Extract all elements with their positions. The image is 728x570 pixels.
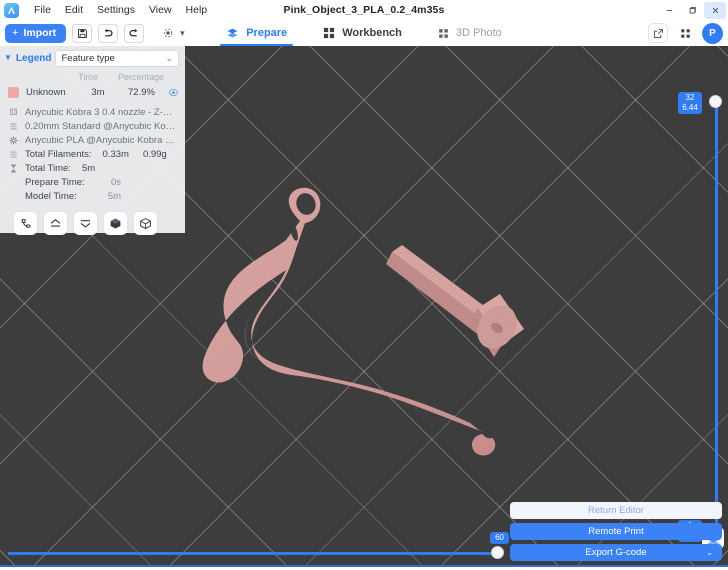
- legend-column-headers: Time Percentage: [0, 70, 185, 84]
- detail-prepare-time-label: Prepare Time:: [25, 177, 85, 188]
- moves-slider-label: 60: [490, 532, 509, 544]
- legend-feature-time: 3m: [76, 87, 120, 98]
- detail-prepare-time-value: 0s: [111, 177, 179, 188]
- top-view-tool-button[interactable]: [44, 212, 67, 235]
- hourglass-icon: [8, 164, 19, 173]
- legend-row-unknown[interactable]: Unknown 3m 72.9%: [0, 84, 185, 100]
- return-editor-button[interactable]: Return Editor: [510, 502, 722, 519]
- detail-row-total-time: Total Time: 5m: [8, 161, 179, 175]
- plus-icon: +: [12, 28, 18, 39]
- legend-panel: ▼ Legend Feature type ⌄ Time Percentage …: [0, 46, 185, 233]
- detail-row-prepare-time: Prepare Time: 0s: [8, 175, 179, 189]
- tab-workbench[interactable]: Workbench: [323, 20, 402, 46]
- menu-item-settings[interactable]: Settings: [90, 2, 142, 19]
- tab-3d-photo-label: 3D Photo: [456, 27, 502, 39]
- import-button[interactable]: + Import: [5, 24, 66, 43]
- remote-print-button[interactable]: Remote Print: [510, 523, 722, 540]
- detail-printer-label: Anycubic Kobra 3 0.4 nozzle - Z-Offset 0…: [25, 107, 179, 118]
- moves-slider[interactable]: 60: [8, 551, 498, 555]
- menu-bar: File Edit Settings View Help: [0, 0, 728, 20]
- detail-model-time-value: 5m: [108, 191, 179, 202]
- close-button[interactable]: [704, 2, 726, 19]
- menu-item-help[interactable]: Help: [179, 2, 215, 19]
- layers-icon: [8, 122, 19, 131]
- maximize-button[interactable]: [681, 2, 703, 19]
- detail-row-printer: Anycubic Kobra 3 0.4 nozzle - Z-Offset 0…: [8, 105, 179, 119]
- detail-total-time-value: 5m: [82, 163, 95, 174]
- redo-button[interactable]: [124, 24, 144, 43]
- layers-icon: [226, 27, 239, 40]
- nozzle-icon: [8, 108, 19, 117]
- layer-slider-track: [715, 101, 718, 533]
- external-link-button[interactable]: [648, 23, 668, 43]
- chevron-down-icon: ⌄: [165, 53, 173, 64]
- chevron-down-icon: ⌄: [706, 548, 713, 557]
- bottom-view-tool-button[interactable]: [74, 212, 97, 235]
- detail-total-filaments-length: 0.33m: [103, 149, 129, 160]
- avatar[interactable]: P: [702, 23, 723, 44]
- detail-total-filaments-label: Total Filaments:: [25, 149, 92, 160]
- target-settings-caret[interactable]: ▾: [180, 28, 185, 39]
- undo-button[interactable]: [98, 24, 118, 43]
- tab-workbench-label: Workbench: [342, 27, 402, 39]
- detail-total-time-label: Total Time:: [25, 163, 71, 174]
- action-buttons: Return Editor Remote Print Export G-code…: [510, 502, 722, 561]
- legend-tool-buttons: [0, 203, 185, 235]
- detail-row-profile: 0.20mm Standard @Anycubic Kobra 3 0....: [8, 119, 179, 133]
- tab-3d-photo[interactable]: 3D Photo: [438, 20, 502, 46]
- apps-grid-button[interactable]: [675, 23, 695, 43]
- menu-item-file[interactable]: File: [27, 2, 58, 19]
- application-window: Pink_Object_3_PLA_0.2_4m35s File Edit Se…: [0, 0, 728, 570]
- top-chrome: Pink_Object_3_PLA_0.2_4m35s File Edit Se…: [0, 0, 728, 46]
- target-settings-button[interactable]: [158, 24, 178, 43]
- view-mode-select[interactable]: Feature type ⌄: [55, 50, 179, 67]
- viewport-bottom-accent: [0, 565, 728, 567]
- legend-feature-name: Unknown: [26, 87, 76, 98]
- save-button[interactable]: [72, 24, 92, 43]
- view-mode-value: Feature type: [61, 53, 114, 64]
- solid-cube-tool-button[interactable]: [104, 212, 127, 235]
- legend-col-percentage: Percentage: [110, 72, 179, 82]
- detail-model-time-label: Model Time:: [25, 191, 77, 202]
- legend-header: ▼ Legend Feature type ⌄: [0, 46, 185, 70]
- wire-cube-tool-button[interactable]: [134, 212, 157, 235]
- import-label: Import: [23, 27, 56, 39]
- grid-icon: [323, 27, 335, 39]
- layer-slider-top-handle[interactable]: [709, 95, 722, 108]
- detail-row-model-time: Model Time: 5m: [8, 189, 179, 203]
- layer-slider-top-label: 32 6.44: [678, 92, 702, 114]
- eye-icon[interactable]: [168, 87, 179, 98]
- legend-col-time: Time: [66, 72, 110, 82]
- moves-slider-track: [8, 552, 498, 555]
- moves-slider-handle[interactable]: [491, 546, 504, 559]
- move-tool-button[interactable]: [14, 212, 37, 235]
- detail-row-total-filaments: Total Filaments: 0.33m 0.99g: [8, 147, 179, 161]
- legend-feature-percentage: 72.9%: [120, 87, 168, 98]
- legend-collapse-caret[interactable]: ▼: [4, 54, 12, 62]
- header-right-actions: P: [648, 20, 723, 46]
- tab-prepare[interactable]: Prepare: [226, 20, 287, 46]
- tab-prepare-label: Prepare: [246, 27, 287, 39]
- minimize-button[interactable]: [658, 2, 680, 19]
- menu-item-edit[interactable]: Edit: [58, 2, 90, 19]
- window-controls: [658, 0, 726, 20]
- gear-icon: [8, 136, 19, 145]
- legend-details: Anycubic Kobra 3 0.4 nozzle - Z-Offset 0…: [0, 100, 185, 203]
- grid-small-icon: [438, 28, 449, 39]
- app-logo-icon: [4, 3, 19, 18]
- menu-item-view[interactable]: View: [142, 2, 179, 19]
- detail-profile-label: 0.20mm Standard @Anycubic Kobra 3 0....: [25, 121, 179, 132]
- detail-total-filaments-weight: 0.99g: [143, 149, 167, 160]
- layer-range-slider[interactable]: 32 6.44 1 0.24: [714, 101, 718, 533]
- legend-color-swatch: [8, 87, 19, 98]
- detail-filament-label: Anycubic PLA @Anycubic Kobra 3 0.4 noz..…: [25, 135, 179, 146]
- detail-row-filament: Anycubic PLA @Anycubic Kobra 3 0.4 noz..…: [8, 133, 179, 147]
- spool-icon: [8, 150, 19, 159]
- legend-title: Legend: [16, 53, 52, 64]
- export-gcode-button[interactable]: Export G-code ⌄: [510, 544, 722, 561]
